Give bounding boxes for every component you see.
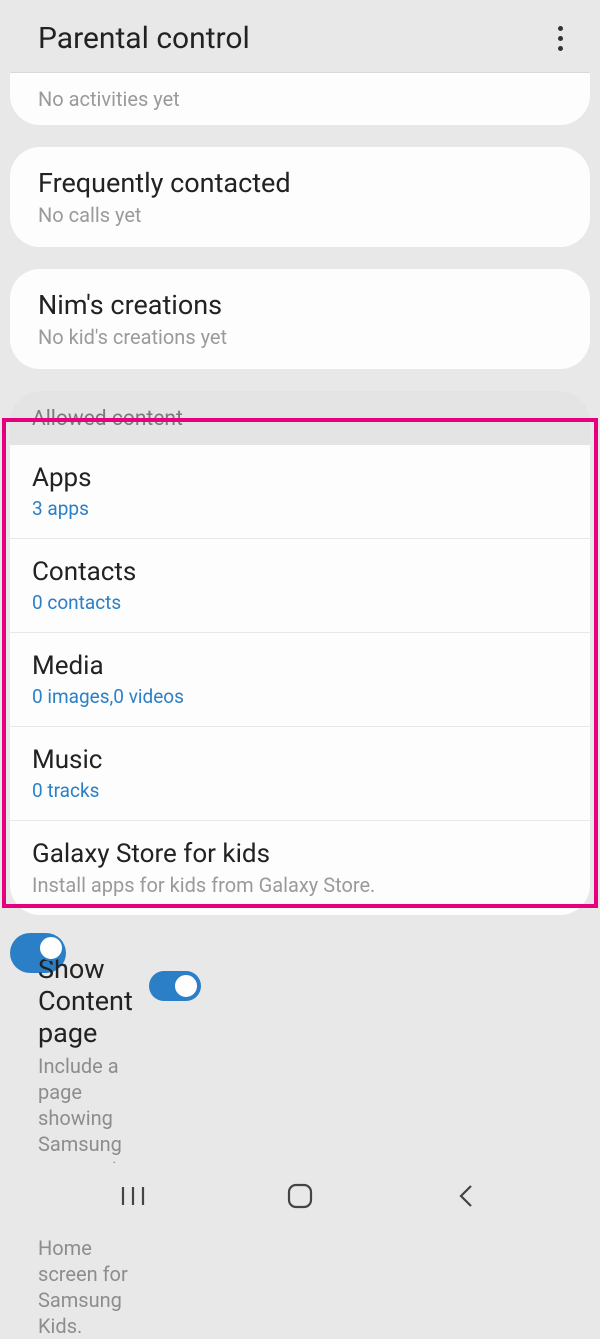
creations-card[interactable]: Nim's creations No kid's creations yet xyxy=(10,269,590,369)
header: Parental control xyxy=(0,0,600,72)
allowed-media-title: Media xyxy=(32,651,568,681)
allowed-apps-sub: 3 apps xyxy=(32,497,568,520)
home-button[interactable] xyxy=(275,1171,325,1221)
galaxy-store-title: Galaxy Store for kids xyxy=(32,839,568,869)
allowed-contacts-row[interactable]: Contacts 0 contacts xyxy=(10,539,590,633)
allowed-content-section: Allowed content Apps 3 apps Contacts 0 c… xyxy=(10,391,590,915)
activities-empty-text: No activities yet xyxy=(38,87,562,111)
show-content-toggle[interactable] xyxy=(149,971,201,1001)
allowed-music-title: Music xyxy=(32,745,568,775)
back-button[interactable] xyxy=(442,1171,492,1221)
frequently-contacted-title: Frequently contacted xyxy=(38,167,562,199)
allowed-media-sub: 0 images,0 videos xyxy=(32,685,568,708)
more-options-icon[interactable] xyxy=(548,20,572,56)
allowed-apps-title: Apps xyxy=(32,463,568,493)
activities-card[interactable]: No activities yet xyxy=(10,73,590,125)
allowed-music-row[interactable]: Music 0 tracks xyxy=(10,727,590,821)
creations-sub: No kid's creations yet xyxy=(38,325,562,349)
galaxy-store-row[interactable]: Galaxy Store for kids Install apps for k… xyxy=(10,821,590,915)
navigation-bar xyxy=(0,1163,600,1229)
frequently-contacted-sub: No calls yet xyxy=(38,203,562,227)
show-content-page-card[interactable]: Show Content page Include a page showing… xyxy=(10,933,66,973)
show-content-title: Show Content page xyxy=(38,953,133,1049)
allowed-music-sub: 0 tracks xyxy=(32,779,568,802)
allowed-content-header: Allowed content xyxy=(10,391,590,445)
creations-title: Nim's creations xyxy=(38,289,562,321)
allowed-contacts-sub: 0 contacts xyxy=(32,591,568,614)
page-title: Parental control xyxy=(38,21,250,56)
recent-apps-button[interactable] xyxy=(108,1171,158,1221)
allowed-contacts-title: Contacts xyxy=(32,557,568,587)
allowed-apps-row[interactable]: Apps 3 apps xyxy=(10,445,590,539)
galaxy-store-sub: Install apps for kids from Galaxy Store. xyxy=(32,873,568,897)
allowed-media-row[interactable]: Media 0 images,0 videos xyxy=(10,633,590,727)
frequently-contacted-card[interactable]: Frequently contacted No calls yet xyxy=(10,147,590,247)
